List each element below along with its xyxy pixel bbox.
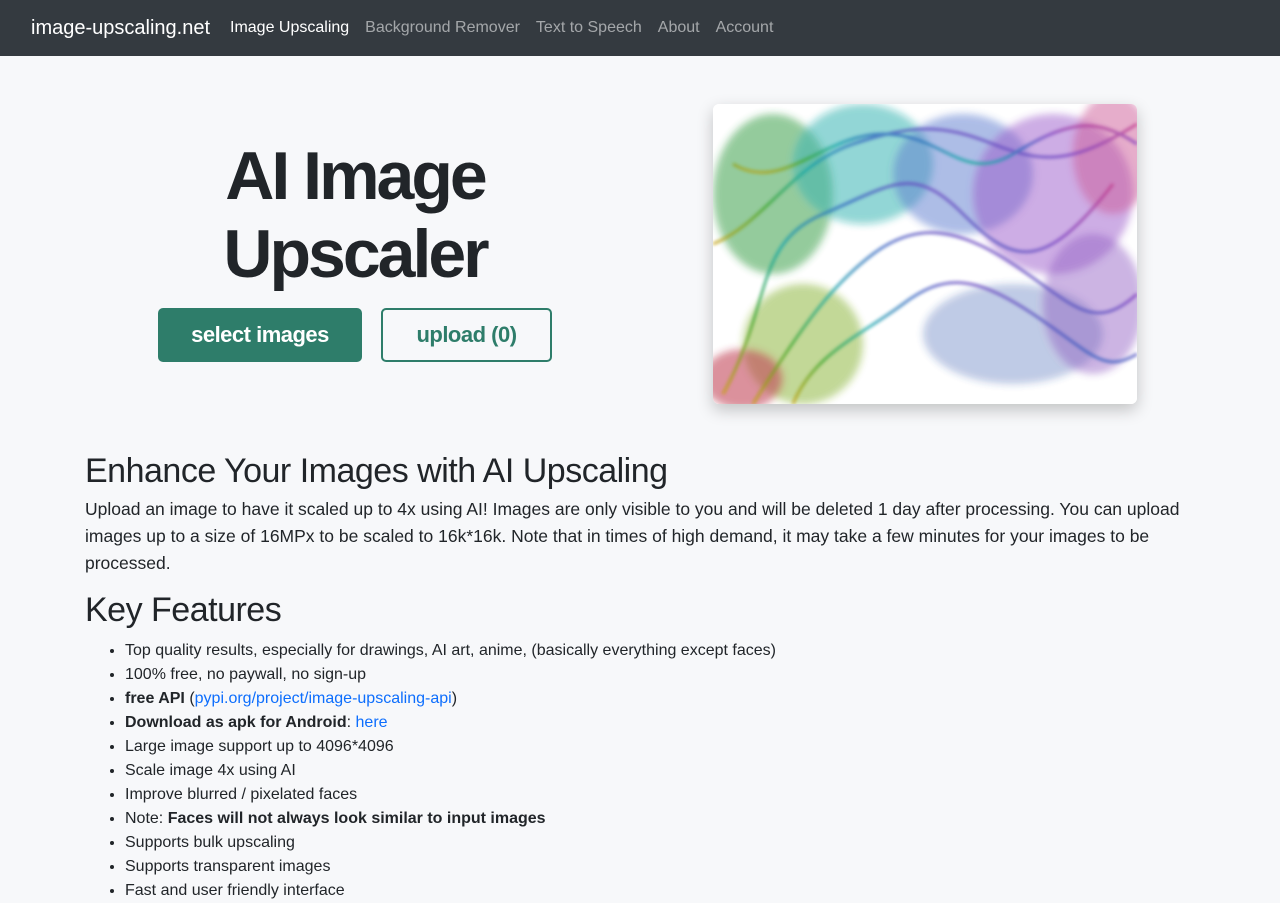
list-item: Note: Faces will not always look similar… [125,807,1200,831]
list-item: Supports transparent images [125,855,1200,879]
nav-links: Image Upscaling Background Remover Text … [230,0,789,56]
page-title: AI Image Upscaler [130,137,580,293]
feature-text: Scale image 4x using AI [125,762,296,779]
nav-link-about[interactable]: About [658,0,700,56]
feature-text: : [346,714,356,731]
list-item: 100% free, no paywall, no sign-up [125,663,1200,687]
select-images-button[interactable]: select images [158,308,362,362]
page-title-line1: AI Image [225,138,487,214]
feature-text: ( [184,690,195,707]
list-item: free API (pypi.org/project/image-upscali… [125,687,1200,711]
feature-text: Fast and user friendly interface [125,882,345,899]
api-link[interactable]: pypi.org/project/image-upscaling-api [195,690,452,707]
feature-bold-text: Download as apk for Android [125,714,347,731]
feature-text: Supports transparent images [125,858,331,875]
list-item: Supports bulk upscaling [125,831,1200,855]
page-title-line2: Upscaler [223,216,489,292]
list-item: Download as apk for Android: here [125,711,1200,735]
feature-text: Supports bulk upscaling [125,834,295,851]
nav-link-text-to-speech[interactable]: Text to Speech [536,0,642,56]
feature-bold-text: free API [125,690,185,707]
feature-text: ) [451,690,458,707]
list-item: Top quality results, especially for draw… [125,639,1200,663]
features-list: Top quality results, especially for draw… [85,639,1200,903]
apk-download-link[interactable]: here [356,714,388,731]
colored-smoke-image [713,104,1137,404]
intro-text: Upload an image to have it scaled up to … [85,499,1180,573]
list-item: Scale image 4x using AI [125,759,1200,783]
brand-link[interactable]: image-upscaling.net [31,0,210,56]
feature-text: Note: [125,810,168,827]
features-heading: Key Features [85,591,282,629]
nav-link-background-remover[interactable]: Background Remover [365,0,520,56]
feature-text: Top quality results, especially for draw… [125,642,776,659]
list-item: Large image support up to 4096*4096 [125,735,1200,759]
upload-button[interactable]: upload (0) [381,308,552,362]
list-item: Improve blurred / pixelated faces [125,783,1200,807]
top-navbar: image-upscaling.net Image Upscaling Back… [0,0,1280,56]
main-content: Enhance Your Images with AI Upscaling Up… [85,450,1200,903]
nav-link-account[interactable]: Account [716,0,774,56]
intro-heading: Enhance Your Images with AI Upscaling [85,452,668,490]
feature-text: 100% free, no paywall, no sign-up [125,666,367,683]
nav-link-image-upscaling[interactable]: Image Upscaling [230,0,349,56]
feature-bold-text: Faces will not always look similar to in… [167,810,546,827]
list-item: Fast and user friendly interface [125,879,1200,903]
feature-text: Improve blurred / pixelated faces [125,786,358,803]
feature-text: Large image support up to 4096*4096 [125,738,394,755]
